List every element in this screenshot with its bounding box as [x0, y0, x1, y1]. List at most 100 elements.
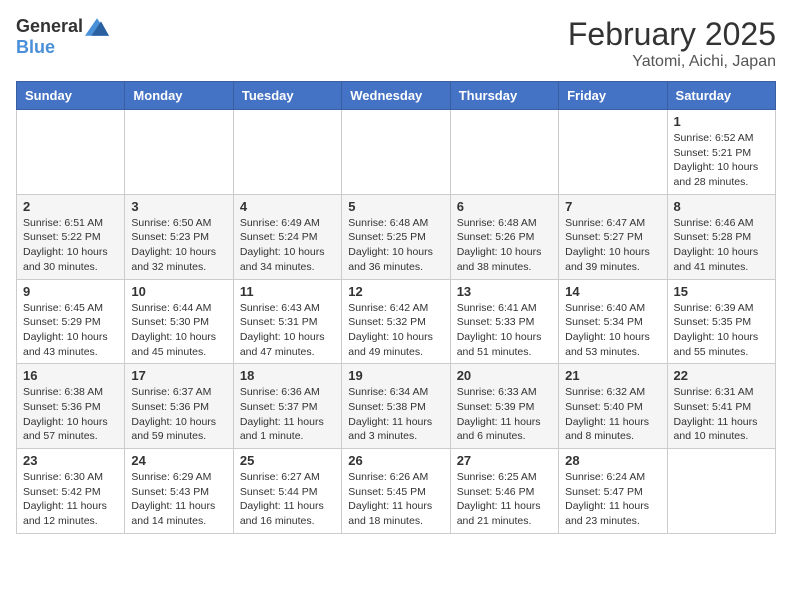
day-info: Sunrise: 6:48 AM Sunset: 5:25 PM Dayligh… — [348, 216, 443, 275]
day-info: Sunrise: 6:31 AM Sunset: 5:41 PM Dayligh… — [674, 385, 769, 444]
day-info: Sunrise: 6:24 AM Sunset: 5:47 PM Dayligh… — [565, 470, 660, 529]
calendar-cell: 15 Sunrise: 6:39 AM Sunset: 5:35 PM Dayli… — [667, 279, 775, 364]
weekday-header-wednesday: Wednesday — [342, 82, 450, 110]
day-info: Sunrise: 6:30 AM Sunset: 5:42 PM Dayligh… — [23, 470, 118, 529]
calendar-cell: 3 Sunrise: 6:50 AM Sunset: 5:23 PM Daylig… — [125, 194, 233, 279]
logo-icon — [85, 17, 109, 37]
calendar-week-5: 23 Sunrise: 6:30 AM Sunset: 5:42 PM Dayli… — [17, 449, 776, 534]
day-info: Sunrise: 6:49 AM Sunset: 5:24 PM Dayligh… — [240, 216, 335, 275]
calendar-cell: 6 Sunrise: 6:48 AM Sunset: 5:26 PM Daylig… — [450, 194, 558, 279]
calendar-cell: 10 Sunrise: 6:44 AM Sunset: 5:30 PM Dayli… — [125, 279, 233, 364]
day-number: 14 — [565, 284, 660, 299]
calendar-cell: 11Sunrise: 6:43 AM Sunset: 5:31 PM Dayli… — [233, 279, 341, 364]
day-number: 20 — [457, 368, 552, 383]
day-info: Sunrise: 6:29 AM Sunset: 5:43 PM Dayligh… — [131, 470, 226, 529]
day-info: Sunrise: 6:36 AM Sunset: 5:37 PM Dayligh… — [240, 385, 335, 444]
calendar-cell: 16 Sunrise: 6:38 AM Sunset: 5:36 PM Dayli… — [17, 364, 125, 449]
calendar-cell: 28 Sunrise: 6:24 AM Sunset: 5:47 PM Dayli… — [559, 449, 667, 534]
day-info: Sunrise: 6:48 AM Sunset: 5:26 PM Dayligh… — [457, 216, 552, 275]
logo-general-text: General — [16, 16, 83, 37]
day-number: 16 — [23, 368, 118, 383]
calendar-cell — [559, 110, 667, 195]
calendar-cell: 4 Sunrise: 6:49 AM Sunset: 5:24 PM Daylig… — [233, 194, 341, 279]
day-number: 1 — [674, 114, 769, 129]
day-number: 4 — [240, 199, 335, 214]
day-number: 8 — [674, 199, 769, 214]
calendar-cell: 23 Sunrise: 6:30 AM Sunset: 5:42 PM Dayli… — [17, 449, 125, 534]
calendar-cell: 18 Sunrise: 6:36 AM Sunset: 5:37 PM Dayli… — [233, 364, 341, 449]
day-info: Sunrise: 6:52 AM Sunset: 5:21 PM Dayligh… — [674, 131, 769, 190]
day-number: 13 — [457, 284, 552, 299]
day-number: 18 — [240, 368, 335, 383]
day-number: 23 — [23, 453, 118, 468]
weekday-header-monday: Monday — [125, 82, 233, 110]
calendar-cell: 9 Sunrise: 6:45 AM Sunset: 5:29 PM Daylig… — [17, 279, 125, 364]
calendar-week-1: 1 Sunrise: 6:52 AM Sunset: 5:21 PM Daylig… — [17, 110, 776, 195]
calendar-cell — [342, 110, 450, 195]
location-title: Yatomi, Aichi, Japan — [568, 53, 776, 71]
day-info: Sunrise: 6:33 AM Sunset: 5:39 PM Dayligh… — [457, 385, 552, 444]
day-info: Sunrise: 6:51 AM Sunset: 5:22 PM Dayligh… — [23, 216, 118, 275]
day-number: 19 — [348, 368, 443, 383]
day-number: 9 — [23, 284, 118, 299]
day-number: 27 — [457, 453, 552, 468]
calendar-cell: 20 Sunrise: 6:33 AM Sunset: 5:39 PM Dayli… — [450, 364, 558, 449]
day-info: Sunrise: 6:37 AM Sunset: 5:36 PM Dayligh… — [131, 385, 226, 444]
logo-blue-text: Blue — [16, 37, 55, 58]
weekday-header-sunday: Sunday — [17, 82, 125, 110]
calendar-cell — [450, 110, 558, 195]
calendar-cell: 21Sunrise: 6:32 AM Sunset: 5:40 PM Dayli… — [559, 364, 667, 449]
day-info: Sunrise: 6:34 AM Sunset: 5:38 PM Dayligh… — [348, 385, 443, 444]
calendar-cell: 14 Sunrise: 6:40 AM Sunset: 5:34 PM Dayli… — [559, 279, 667, 364]
calendar-cell: 8 Sunrise: 6:46 AM Sunset: 5:28 PM Daylig… — [667, 194, 775, 279]
day-info: Sunrise: 6:25 AM Sunset: 5:46 PM Dayligh… — [457, 470, 552, 529]
day-info: Sunrise: 6:38 AM Sunset: 5:36 PM Dayligh… — [23, 385, 118, 444]
calendar-cell: 17Sunrise: 6:37 AM Sunset: 5:36 PM Dayli… — [125, 364, 233, 449]
calendar-cell: 2 Sunrise: 6:51 AM Sunset: 5:22 PM Daylig… — [17, 194, 125, 279]
calendar-cell: 22 Sunrise: 6:31 AM Sunset: 5:41 PM Dayli… — [667, 364, 775, 449]
calendar-cell: 24 Sunrise: 6:29 AM Sunset: 5:43 PM Dayli… — [125, 449, 233, 534]
day-info: Sunrise: 6:46 AM Sunset: 5:28 PM Dayligh… — [674, 216, 769, 275]
calendar-cell: 26 Sunrise: 6:26 AM Sunset: 5:45 PM Dayli… — [342, 449, 450, 534]
day-info: Sunrise: 6:45 AM Sunset: 5:29 PM Dayligh… — [23, 301, 118, 360]
day-number: 5 — [348, 199, 443, 214]
calendar-cell: 25 Sunrise: 6:27 AM Sunset: 5:44 PM Dayli… — [233, 449, 341, 534]
day-info: Sunrise: 6:47 AM Sunset: 5:27 PM Dayligh… — [565, 216, 660, 275]
day-number: 25 — [240, 453, 335, 468]
day-info: Sunrise: 6:44 AM Sunset: 5:30 PM Dayligh… — [131, 301, 226, 360]
day-info: Sunrise: 6:26 AM Sunset: 5:45 PM Dayligh… — [348, 470, 443, 529]
calendar-cell — [667, 449, 775, 534]
day-info: Sunrise: 6:41 AM Sunset: 5:33 PM Dayligh… — [457, 301, 552, 360]
day-number: 22 — [674, 368, 769, 383]
calendar-week-2: 2 Sunrise: 6:51 AM Sunset: 5:22 PM Daylig… — [17, 194, 776, 279]
weekday-header-saturday: Saturday — [667, 82, 775, 110]
calendar-cell: 7 Sunrise: 6:47 AM Sunset: 5:27 PM Daylig… — [559, 194, 667, 279]
month-title: February 2025 — [568, 16, 776, 53]
day-info: Sunrise: 6:39 AM Sunset: 5:35 PM Dayligh… — [674, 301, 769, 360]
title-block: February 2025 Yatomi, Aichi, Japan — [568, 16, 776, 71]
weekday-header-friday: Friday — [559, 82, 667, 110]
day-number: 7 — [565, 199, 660, 214]
calendar-cell — [233, 110, 341, 195]
calendar-cell: 19 Sunrise: 6:34 AM Sunset: 5:38 PM Dayli… — [342, 364, 450, 449]
day-number: 26 — [348, 453, 443, 468]
calendar-cell: 5 Sunrise: 6:48 AM Sunset: 5:25 PM Daylig… — [342, 194, 450, 279]
calendar-cell — [17, 110, 125, 195]
day-info: Sunrise: 6:50 AM Sunset: 5:23 PM Dayligh… — [131, 216, 226, 275]
day-number: 28 — [565, 453, 660, 468]
day-number: 12 — [348, 284, 443, 299]
day-number: 2 — [23, 199, 118, 214]
calendar-cell: 12Sunrise: 6:42 AM Sunset: 5:32 PM Dayli… — [342, 279, 450, 364]
weekday-header-thursday: Thursday — [450, 82, 558, 110]
day-number: 15 — [674, 284, 769, 299]
calendar-table: SundayMondayTuesdayWednesdayThursdayFrid… — [16, 81, 776, 534]
day-number: 24 — [131, 453, 226, 468]
calendar-cell — [125, 110, 233, 195]
day-info: Sunrise: 6:27 AM Sunset: 5:44 PM Dayligh… — [240, 470, 335, 529]
day-number: 10 — [131, 284, 226, 299]
calendar-week-3: 9 Sunrise: 6:45 AM Sunset: 5:29 PM Daylig… — [17, 279, 776, 364]
weekday-header-row: SundayMondayTuesdayWednesdayThursdayFrid… — [17, 82, 776, 110]
day-number: 6 — [457, 199, 552, 214]
day-number: 3 — [131, 199, 226, 214]
day-info: Sunrise: 6:40 AM Sunset: 5:34 PM Dayligh… — [565, 301, 660, 360]
